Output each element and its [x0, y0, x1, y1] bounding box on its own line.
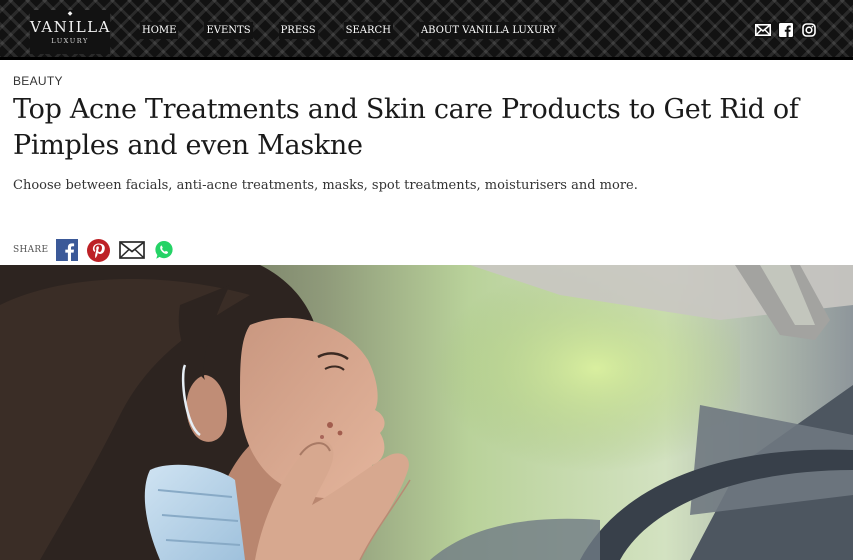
nav-item-about[interactable]: ABOUT VANILLA LUXURY	[418, 21, 559, 39]
article-category[interactable]: BEAUTY	[13, 74, 63, 88]
share-whatsapp-button[interactable]	[154, 240, 174, 260]
nav-item-home[interactable]: HOME	[140, 21, 179, 39]
pinterest-icon	[87, 238, 111, 262]
share-label: SHARE	[13, 245, 49, 255]
article-title: Top Acne Treatments and Skin care Produc…	[13, 94, 799, 161]
nav-item-press[interactable]: PRESS	[278, 21, 318, 39]
instagram-icon[interactable]	[801, 22, 817, 38]
logo-tagline: LUXURY	[51, 37, 89, 45]
share-facebook-button[interactable]	[56, 239, 79, 261]
share-bar: SHARE	[13, 238, 183, 262]
site-header: ◆ VANILLA LUXURY HOME EVENTS PRESS SEARC…	[0, 0, 853, 60]
site-logo[interactable]: ◆ VANILLA LUXURY	[30, 10, 110, 54]
mail-icon[interactable]	[755, 22, 771, 38]
email-icon	[119, 241, 146, 259]
facebook-icon[interactable]	[778, 22, 794, 38]
nav-item-events[interactable]: EVENTS	[204, 21, 253, 39]
header-social-links	[755, 22, 817, 38]
article-hero-image	[0, 265, 853, 560]
nav-item-search[interactable]: SEARCH	[343, 21, 393, 39]
whatsapp-icon	[155, 241, 173, 259]
logo-diamond-icon: ◆	[67, 10, 73, 17]
main-nav: HOME EVENTS PRESS SEARCH ABOUT VANILLA L…	[140, 0, 584, 60]
logo-wordmark: VANILLA	[30, 18, 111, 36]
article-subtitle: Choose between facials, anti-acne treatm…	[13, 178, 638, 193]
share-pinterest-button[interactable]	[87, 238, 111, 262]
share-email-button[interactable]	[119, 241, 146, 259]
facebook-icon	[56, 239, 79, 261]
